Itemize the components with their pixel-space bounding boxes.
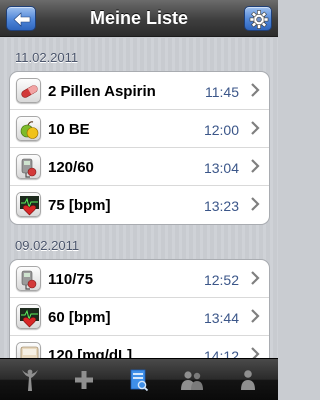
list-item[interactable]: 10 BE 12:00	[10, 110, 269, 148]
tab-figure[interactable]	[16, 367, 44, 393]
chevron-right-icon	[251, 347, 260, 358]
navigation-bar: Meine Liste	[0, 0, 278, 37]
tab-add[interactable]	[70, 367, 98, 393]
tab-person[interactable]	[234, 367, 262, 393]
person-icon	[241, 370, 255, 390]
entry-time: 11:45	[205, 84, 239, 100]
apple-icon	[16, 116, 41, 141]
tab-people[interactable]	[178, 367, 206, 393]
entry-label: 110/75	[48, 271, 94, 288]
chevron-right-icon	[251, 83, 260, 97]
section-date-header: 11.02.2011	[15, 50, 79, 65]
list-item[interactable]: 110/75 12:52	[10, 260, 269, 298]
chevron-right-icon	[251, 159, 260, 173]
tab-bar	[0, 358, 278, 400]
entry-label: 10 BE	[48, 121, 90, 138]
tab-document[interactable]	[124, 367, 152, 393]
people-icon	[181, 371, 203, 390]
document-icon	[130, 369, 149, 392]
entry-label: 60 [bpm]	[48, 309, 111, 326]
blood-pressure-icon	[16, 266, 41, 291]
list-item[interactable]: 75 [bpm] 13:23	[10, 186, 269, 224]
entry-label: 120 [mg/dL]	[48, 347, 133, 358]
settings-button[interactable]	[244, 6, 272, 31]
list-item[interactable]: 60 [bpm] 13:44	[10, 298, 269, 336]
entry-time: 13:04	[203, 160, 239, 176]
list-item[interactable]: 2 Pillen Aspirin 11:45	[10, 72, 269, 110]
entry-group: 2 Pillen Aspirin 11:45 10 BE 12:00 120/6…	[9, 71, 270, 225]
blood-pressure-icon	[16, 154, 41, 179]
chevron-right-icon	[251, 309, 260, 323]
entry-list[interactable]: 11.02.2011 2 Pillen Aspirin 11:45 10 BE …	[0, 38, 278, 358]
chevron-right-icon	[251, 121, 260, 135]
entry-time: 14:12	[203, 348, 239, 358]
entry-time: 13:44	[203, 310, 239, 326]
add-icon	[75, 371, 93, 389]
entry-time: 12:52	[203, 272, 239, 288]
pill-icon	[16, 78, 41, 103]
heart-pulse-icon	[16, 304, 41, 329]
section-date-header: 09.02.2011	[15, 238, 80, 253]
figure-icon	[22, 369, 38, 391]
entry-time: 12:00	[203, 122, 239, 138]
heart-pulse-icon	[16, 192, 41, 217]
entry-label: 2 Pillen Aspirin	[48, 83, 156, 100]
glucose-meter-icon	[16, 342, 41, 358]
entry-time: 13:23	[203, 198, 239, 214]
entry-label: 120/60	[48, 159, 94, 176]
page-title: Meine Liste	[89, 8, 189, 28]
list-item[interactable]: 120/60 13:04	[10, 148, 269, 186]
gear-icon	[249, 10, 269, 29]
chevron-right-icon	[251, 197, 260, 211]
entry-group: 110/75 12:52 60 [bpm] 13:44 120 [mg/dL] …	[9, 259, 270, 358]
chevron-right-icon	[251, 271, 260, 285]
entry-label: 75 [bpm]	[48, 197, 111, 214]
list-item[interactable]: 120 [mg/dL] 14:12	[10, 336, 269, 358]
